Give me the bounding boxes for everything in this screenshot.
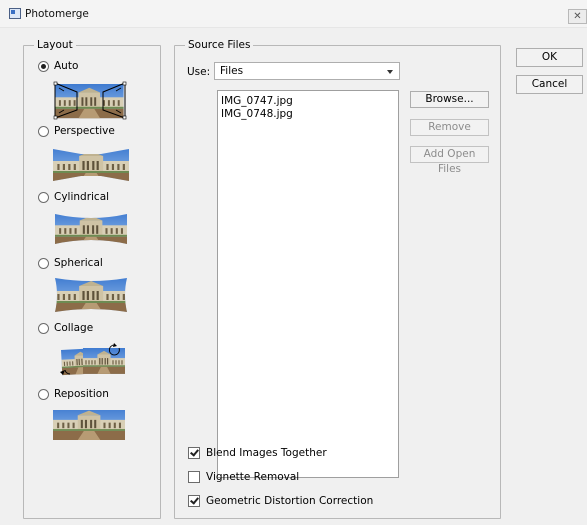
ok-button[interactable]: OK	[516, 48, 583, 67]
radio-label-collage: Collage	[54, 322, 94, 334]
layout-option-perspective[interactable]: Perspective	[38, 124, 115, 138]
layout-group: Layout Auto Perspective Cylindrical Sphe…	[23, 39, 161, 519]
auto-preview-image	[53, 81, 127, 120]
title-bar: Photomerge ✕	[0, 0, 587, 28]
blend-images-option[interactable]: Blend Images Together	[188, 446, 327, 460]
browse-button[interactable]: Browse...	[410, 91, 489, 108]
vignette-removal-checkbox[interactable]	[188, 471, 200, 483]
close-button[interactable]: ✕	[568, 9, 587, 24]
cylindrical-preview-image	[55, 214, 127, 244]
radio-label-perspective: Perspective	[54, 125, 115, 137]
blend-images-checkbox[interactable]	[188, 447, 200, 459]
use-label: Use:	[187, 66, 211, 78]
blend-images-label: Blend Images Together	[206, 447, 327, 459]
radio-label-reposition: Reposition	[54, 388, 109, 400]
layout-option-reposition[interactable]: Reposition	[38, 387, 109, 401]
file-list-item[interactable]: IMG_0748.jpg	[221, 108, 293, 120]
spherical-preview-image	[55, 278, 127, 312]
reposition-preview-image	[53, 410, 125, 440]
radio-label-cylindrical: Cylindrical	[54, 191, 110, 203]
geometric-distortion-checkbox[interactable]	[188, 495, 200, 507]
collage-preview-image	[60, 343, 125, 376]
radio-perspective[interactable]	[38, 125, 49, 137]
radio-cylindrical[interactable]	[38, 191, 49, 203]
use-select-value: Files	[220, 65, 244, 77]
radio-reposition[interactable]	[38, 388, 49, 400]
remove-button[interactable]: Remove	[410, 119, 489, 136]
perspective-preview-image	[53, 149, 129, 181]
add-open-files-button[interactable]: Add Open Files	[410, 146, 489, 175]
photomerge-app-icon	[9, 8, 21, 19]
use-select[interactable]: Files	[214, 62, 400, 80]
window-title: Photomerge	[25, 8, 89, 20]
vignette-removal-label: Vignette Removal	[206, 471, 300, 483]
file-list[interactable]: IMG_0747.jpg IMG_0748.jpg	[217, 90, 399, 478]
layout-legend: Layout	[34, 39, 76, 51]
radio-auto[interactable]	[38, 60, 49, 72]
source-files-legend: Source Files	[185, 39, 254, 51]
layout-option-auto[interactable]: Auto	[38, 59, 78, 73]
layout-option-cylindrical[interactable]: Cylindrical	[38, 190, 109, 204]
radio-spherical[interactable]	[38, 257, 49, 269]
radio-collage[interactable]	[38, 322, 49, 334]
vignette-removal-option[interactable]: Vignette Removal	[188, 470, 299, 484]
layout-option-spherical[interactable]: Spherical	[38, 256, 103, 270]
radio-label-auto: Auto	[54, 60, 79, 72]
radio-label-spherical: Spherical	[54, 257, 103, 269]
source-files-group: Source Files Use: Files IMG_0747.jpg IMG…	[174, 39, 501, 519]
cancel-button[interactable]: Cancel	[516, 75, 583, 94]
layout-option-collage[interactable]: Collage	[38, 321, 93, 335]
geometric-distortion-option[interactable]: Geometric Distortion Correction	[188, 494, 373, 508]
chevron-down-icon	[387, 70, 393, 74]
file-list-item[interactable]: IMG_0747.jpg	[221, 95, 293, 107]
geometric-distortion-label: Geometric Distortion Correction	[206, 495, 374, 507]
